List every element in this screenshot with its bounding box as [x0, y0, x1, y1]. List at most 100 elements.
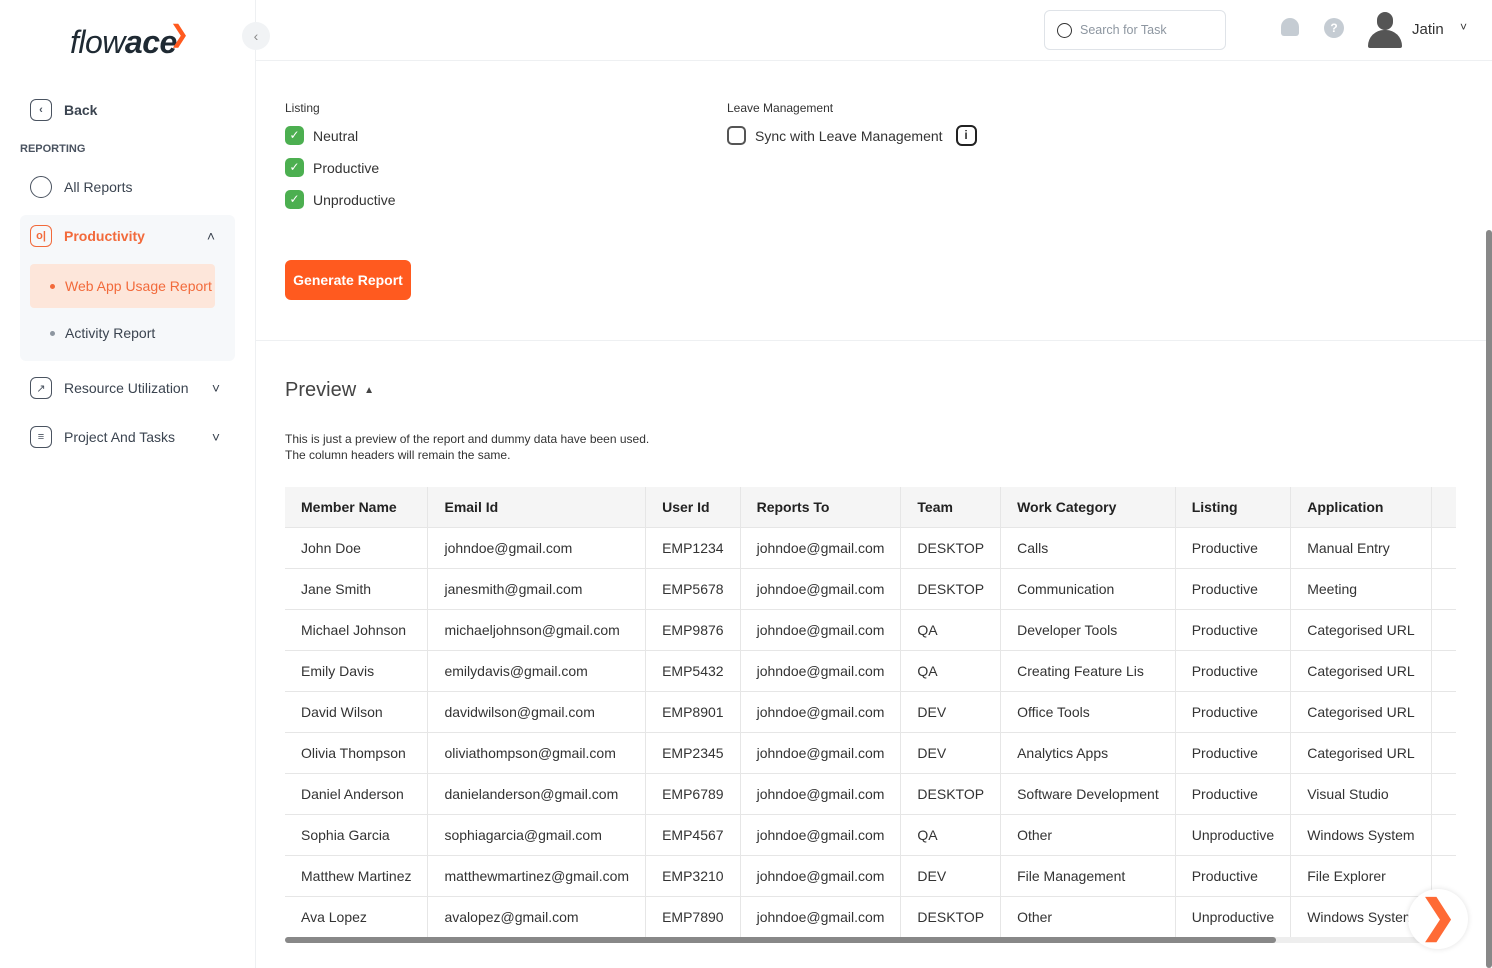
- sidebar-item-project-and-tasks[interactable]: ≡ Project And Tasks ˅: [30, 426, 220, 448]
- checkbox-unproductive[interactable]: ✓ Unproductive: [285, 190, 396, 209]
- bar-chart-icon: o|: [30, 225, 52, 247]
- search-input[interactable]: [1080, 23, 1210, 37]
- main-content: Listing ✓ Neutral ✓ Productive ✓ Unproducti…: [256, 61, 1486, 968]
- table-cell: DESKTOP: [900, 895, 1002, 937]
- flowace-assistant-button[interactable]: ❯: [1408, 889, 1468, 949]
- table-cell: Categorised URL: [1290, 731, 1432, 773]
- table-cell: Software Development: [1000, 772, 1176, 814]
- back-button[interactable]: ‹ Back: [30, 99, 97, 121]
- preview-note: This is just a preview of the report and…: [285, 431, 649, 463]
- table-cell: Productive: [1175, 649, 1292, 691]
- table-cell: oliviathompson@gmail.com: [427, 731, 647, 773]
- table-cell: johndoe@gmail.com: [427, 526, 647, 568]
- productivity-group: o| Productivity ˄ Web App Usage Report A…: [20, 215, 235, 361]
- table-cell: Ava Lopez: [285, 895, 429, 937]
- checkbox-neutral[interactable]: ✓ Neutral: [285, 126, 358, 145]
- column-header: Team: [900, 487, 1002, 527]
- column-header: User Id: [645, 487, 741, 527]
- table-cell: EMP6789: [645, 772, 741, 814]
- table-cell: michaeljohnson@gmail.com: [427, 608, 647, 650]
- table-row: Ava Lopez avalopez@gmail.com EMP7890 johndo…: [285, 895, 1456, 937]
- table-cell: QA: [900, 649, 1002, 691]
- table-row: Olivia Thompson oliviathompson@gmail.com E…: [285, 731, 1456, 773]
- column-header: Reports To: [740, 487, 902, 527]
- horizontal-scrollbar[interactable]: [285, 937, 1456, 943]
- table-cell: File Management: [1000, 854, 1176, 896]
- listing-label: Listing: [285, 101, 320, 115]
- bell-icon[interactable]: [1281, 18, 1299, 36]
- table-cell: EMP8901: [645, 690, 741, 732]
- table-cell: johndoe@gmail.com: [740, 772, 902, 814]
- note-line-1: This is just a preview of the report and…: [285, 432, 650, 446]
- preview-title: Preview: [285, 379, 357, 402]
- chevron-down-icon[interactable]: ˅: [1460, 20, 1467, 34]
- user-name[interactable]: Jatin: [1412, 21, 1444, 38]
- table-cell: Categorised URL: [1290, 690, 1432, 732]
- table-cell: johndoe@gmail.com: [740, 854, 902, 896]
- table-cell: DESKTOP: [900, 526, 1002, 568]
- sidebar-item-productivity[interactable]: o| Productivity ˄: [30, 225, 215, 247]
- sidebar: flowace ❯ ‹ Back REPORTING All Reports o|…: [0, 0, 256, 968]
- table-cell: Creating Feature Lis: [1000, 649, 1176, 691]
- checkbox-sync-leave[interactable]: Sync with Leave Management i: [727, 125, 977, 146]
- table-cell: Olivia Thompson: [285, 731, 429, 773]
- flowace-logo[interactable]: flowace ❯: [70, 21, 189, 61]
- table-cell: David Wilson: [285, 690, 429, 732]
- neutral-label: Neutral: [313, 127, 359, 144]
- table-cell: EMP4567: [645, 813, 741, 855]
- table-cell: DEV: [900, 690, 1002, 732]
- table-cell: Categorised URL: [1290, 649, 1432, 691]
- bullet-icon: [50, 283, 55, 289]
- column-header: Listing: [1175, 487, 1292, 527]
- table-cell: [1431, 526, 1456, 568]
- sidebar-item-resource-utilization[interactable]: ↗ Resource Utilization ˅: [30, 377, 220, 399]
- table-row: Matthew Martinez matthewmartinez@gmail.co…: [285, 854, 1456, 896]
- check-icon: ✓: [285, 126, 304, 145]
- table-cell: Productive: [1175, 854, 1292, 896]
- sidebar-item-all-reports[interactable]: All Reports: [30, 176, 132, 198]
- sidebar-item-web-app-usage-report[interactable]: Web App Usage Report: [30, 264, 215, 308]
- generate-report-button[interactable]: Generate Report: [285, 260, 411, 300]
- search-box[interactable]: [1044, 10, 1226, 50]
- table-cell: Other: [1000, 813, 1176, 855]
- preview-toggle[interactable]: Preview ▲: [285, 379, 374, 402]
- table-cell: EMP2345: [645, 731, 741, 773]
- checkbox-productive[interactable]: ✓ Productive: [285, 158, 379, 177]
- table-cell: Productive: [1175, 731, 1292, 773]
- topbar: ? Jatin ˅: [256, 0, 1492, 61]
- table-cell: Productive: [1175, 608, 1292, 650]
- table-cell: johndoe@gmail.com: [740, 567, 902, 609]
- table-cell: Jane Smith: [285, 567, 429, 609]
- table-cell: DEV: [900, 731, 1002, 773]
- web-app-usage-label: Web App Usage Report: [65, 278, 212, 294]
- table-cell: EMP5678: [645, 567, 741, 609]
- scrollbar-thumb[interactable]: [285, 937, 1276, 943]
- table-cell: Categorised URL: [1290, 608, 1432, 650]
- chevron-down-icon: ˅: [211, 429, 220, 445]
- table-cell: Analytics Apps: [1000, 731, 1176, 773]
- table-cell: Visual Studio: [1290, 772, 1432, 814]
- vertical-scrollbar[interactable]: [1486, 230, 1492, 968]
- checkbox-box: [727, 126, 746, 145]
- table-cell: davidwilson@gmail.com: [427, 690, 647, 732]
- table-cell: Sophia Garcia: [285, 813, 429, 855]
- table-cell: avalopez@gmail.com: [427, 895, 647, 937]
- productive-label: Productive: [313, 159, 380, 176]
- sidebar-item-activity-report[interactable]: Activity Report: [30, 311, 215, 355]
- table-cell: [1431, 772, 1456, 814]
- check-icon: ✓: [285, 190, 304, 209]
- chevron-up-icon: ˄: [206, 228, 215, 244]
- table-cell: Productive: [1175, 772, 1292, 814]
- avatar[interactable]: [1368, 12, 1402, 48]
- column-header: Email Id: [427, 487, 647, 527]
- info-icon[interactable]: i: [955, 125, 977, 146]
- help-icon[interactable]: ?: [1324, 18, 1344, 38]
- table-cell: janesmith@gmail.com: [427, 567, 647, 609]
- activity-report-label: Activity Report: [65, 325, 156, 341]
- table-cell: John Doe: [285, 526, 429, 568]
- column-header: Application: [1290, 487, 1432, 527]
- collapse-sidebar-button[interactable]: ‹: [242, 22, 270, 50]
- table-cell: EMP9876: [645, 608, 741, 650]
- productivity-label: Productivity: [64, 228, 145, 244]
- section-reporting: REPORTING: [20, 143, 86, 155]
